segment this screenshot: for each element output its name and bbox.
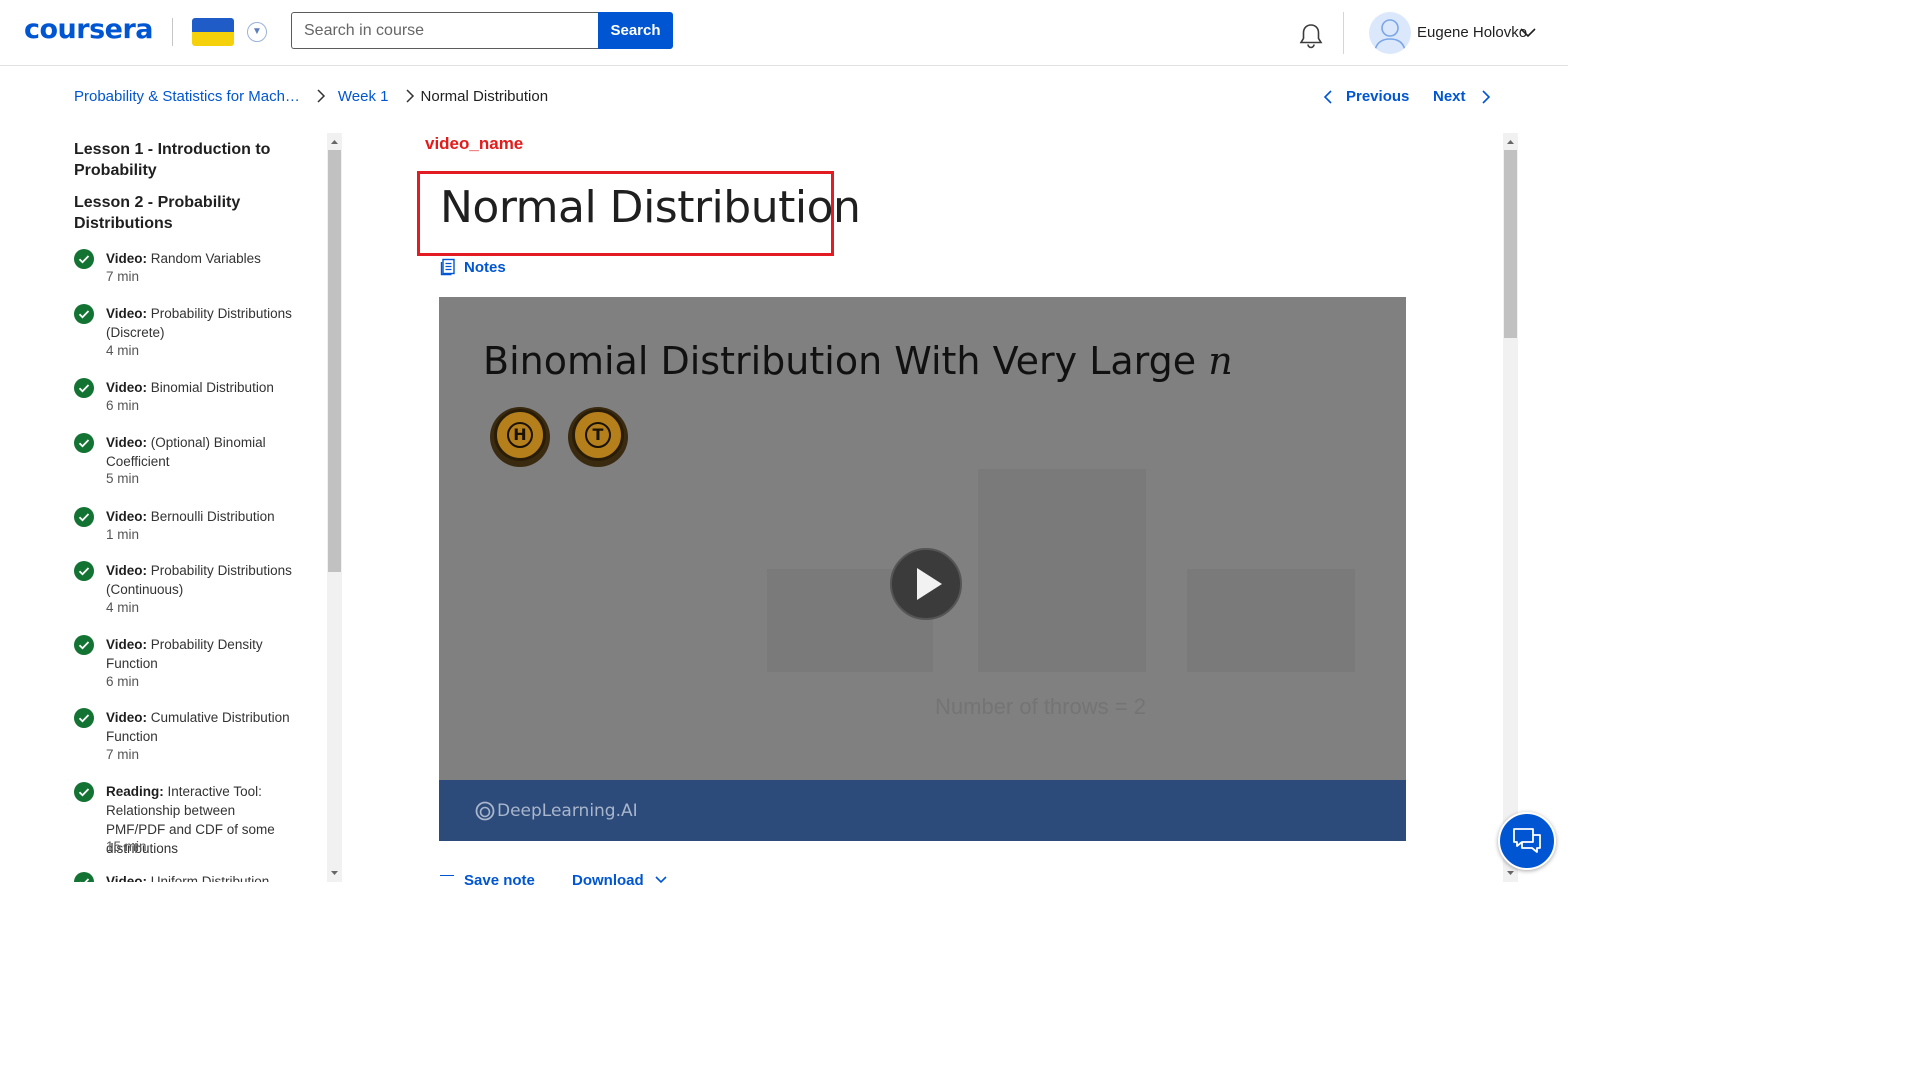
scroll-up-arrow-icon[interactable] [327, 135, 342, 149]
item-type: Video: [106, 563, 148, 578]
video-footer-bar: DeepLearning.AI [439, 780, 1406, 841]
ukraine-flag-icon [192, 18, 234, 46]
deeplearning-brand-text: DeepLearning.AI [497, 801, 638, 821]
video-player[interactable]: Binomial Distribution With Very Large n … [439, 297, 1406, 841]
item-type: Video: [106, 435, 148, 450]
deeplearning-logo: DeepLearning.AI [475, 801, 638, 821]
lesson-heading[interactable]: Lesson 1 - Introduction to Probability [74, 139, 304, 181]
lesson-heading[interactable]: Lesson 2 - Probability Distributions [74, 192, 304, 234]
item-duration: 5 min [106, 471, 140, 486]
check-icon [74, 433, 94, 453]
item-type: Reading: [106, 784, 164, 799]
chat-icon [1513, 828, 1541, 853]
save-note-icon [440, 875, 454, 883]
search-input[interactable] [291, 12, 598, 49]
search-button[interactable]: Search [598, 12, 673, 49]
item-title: Binomial Distribution [150, 380, 274, 395]
save-note-button[interactable]: Save note [440, 872, 535, 889]
faint-caption: Number of throws = 2 [935, 694, 1146, 719]
item-type: Video: [106, 509, 148, 524]
next-label: Next [1433, 88, 1466, 105]
item-title: Random Variables [150, 251, 261, 266]
chat-button[interactable] [1498, 812, 1556, 870]
item-type: Video: [106, 251, 148, 266]
video-slide-title-var: n [1208, 339, 1233, 383]
chevron-down-icon [655, 876, 667, 884]
chevron-left-icon [1323, 89, 1332, 104]
coin-tails-icon: T [568, 407, 628, 467]
deeplearning-logo-icon [475, 801, 495, 821]
user-name[interactable]: Eugene Holovko [1417, 24, 1527, 41]
notes-label: Notes [464, 258, 506, 276]
bell-icon[interactable] [1297, 22, 1325, 50]
item-type: Video: [106, 637, 148, 652]
previous-label: Previous [1346, 88, 1410, 105]
item-title: Bernoulli Distribution [150, 509, 275, 524]
breadcrumb-week-link[interactable]: Week 1 [338, 88, 389, 105]
scroll-down-arrow-icon[interactable] [327, 866, 342, 880]
course-outline-sidebar: Lesson 1 - Introduction to Probability L… [0, 133, 343, 882]
page-title: Normal Distribution [440, 182, 861, 233]
check-icon [74, 872, 94, 882]
faint-bar [978, 469, 1146, 672]
chevron-right-icon [1481, 89, 1490, 104]
check-icon [74, 507, 94, 527]
faint-bar [1187, 569, 1355, 672]
item-title: Uniform Distribution [150, 874, 270, 882]
divider [1343, 12, 1344, 54]
chevron-right-icon [317, 89, 325, 103]
item-type: Video: [106, 306, 148, 321]
annotation-label: video_name [425, 134, 524, 153]
play-button[interactable] [890, 548, 962, 620]
main-scroll-thumb[interactable] [1504, 150, 1517, 338]
previous-button[interactable]: Previous [1322, 88, 1409, 105]
divider [172, 18, 173, 46]
check-icon [74, 635, 94, 655]
scroll-up-arrow-icon[interactable] [1503, 135, 1518, 149]
play-icon [917, 568, 942, 600]
item-duration: 1 min [106, 527, 140, 542]
coin-heads-icon: H [490, 407, 550, 467]
item-duration: 7 min [106, 269, 140, 284]
check-icon [74, 708, 94, 728]
check-icon [74, 782, 94, 802]
check-icon [74, 561, 94, 581]
chevron-right-icon [405, 89, 414, 103]
video-slide-title-text: Binomial Distribution With Very Large [483, 339, 1197, 383]
sidebar-scroll-thumb[interactable] [328, 150, 341, 572]
item-duration: 6 min [106, 398, 140, 413]
check-icon [74, 249, 94, 269]
item-type: Video: [106, 380, 148, 395]
coin-heads-label: H [507, 422, 533, 448]
save-note-label: Save note [464, 872, 535, 889]
breadcrumb-course-link[interactable]: Probability & Statistics for Mach… [74, 88, 300, 105]
coursera-logo[interactable]: coursera [24, 14, 154, 45]
item-duration: 6 min [106, 674, 140, 689]
notes-icon [440, 258, 455, 276]
download-button[interactable]: Download [572, 872, 668, 889]
item-duration: 7 min [106, 747, 140, 762]
item-duration: 15 min [106, 839, 147, 854]
download-label: Download [572, 872, 644, 889]
item-type: Video: [106, 874, 148, 882]
breadcrumb-current: Normal Distribution [420, 87, 549, 105]
check-icon [74, 304, 94, 324]
breadcrumb: Probability & Statistics for Mach… Week … [74, 86, 548, 106]
coin-tails-label: T [585, 422, 611, 448]
video-slide-title: Binomial Distribution With Very Large n [483, 339, 1233, 383]
next-button[interactable]: Next [1433, 88, 1492, 105]
chevron-down-icon[interactable]: ▼ [247, 22, 267, 42]
item-duration: 4 min [106, 343, 140, 358]
top-bar: coursera ▼ Search Eugene Holovko [0, 0, 1568, 66]
item-type: Video: [106, 710, 148, 725]
chevron-down-icon[interactable] [1519, 25, 1537, 39]
avatar[interactable] [1369, 12, 1411, 54]
check-icon [74, 378, 94, 398]
notes-button[interactable]: Notes [440, 258, 506, 276]
item-duration: 4 min [106, 600, 140, 615]
